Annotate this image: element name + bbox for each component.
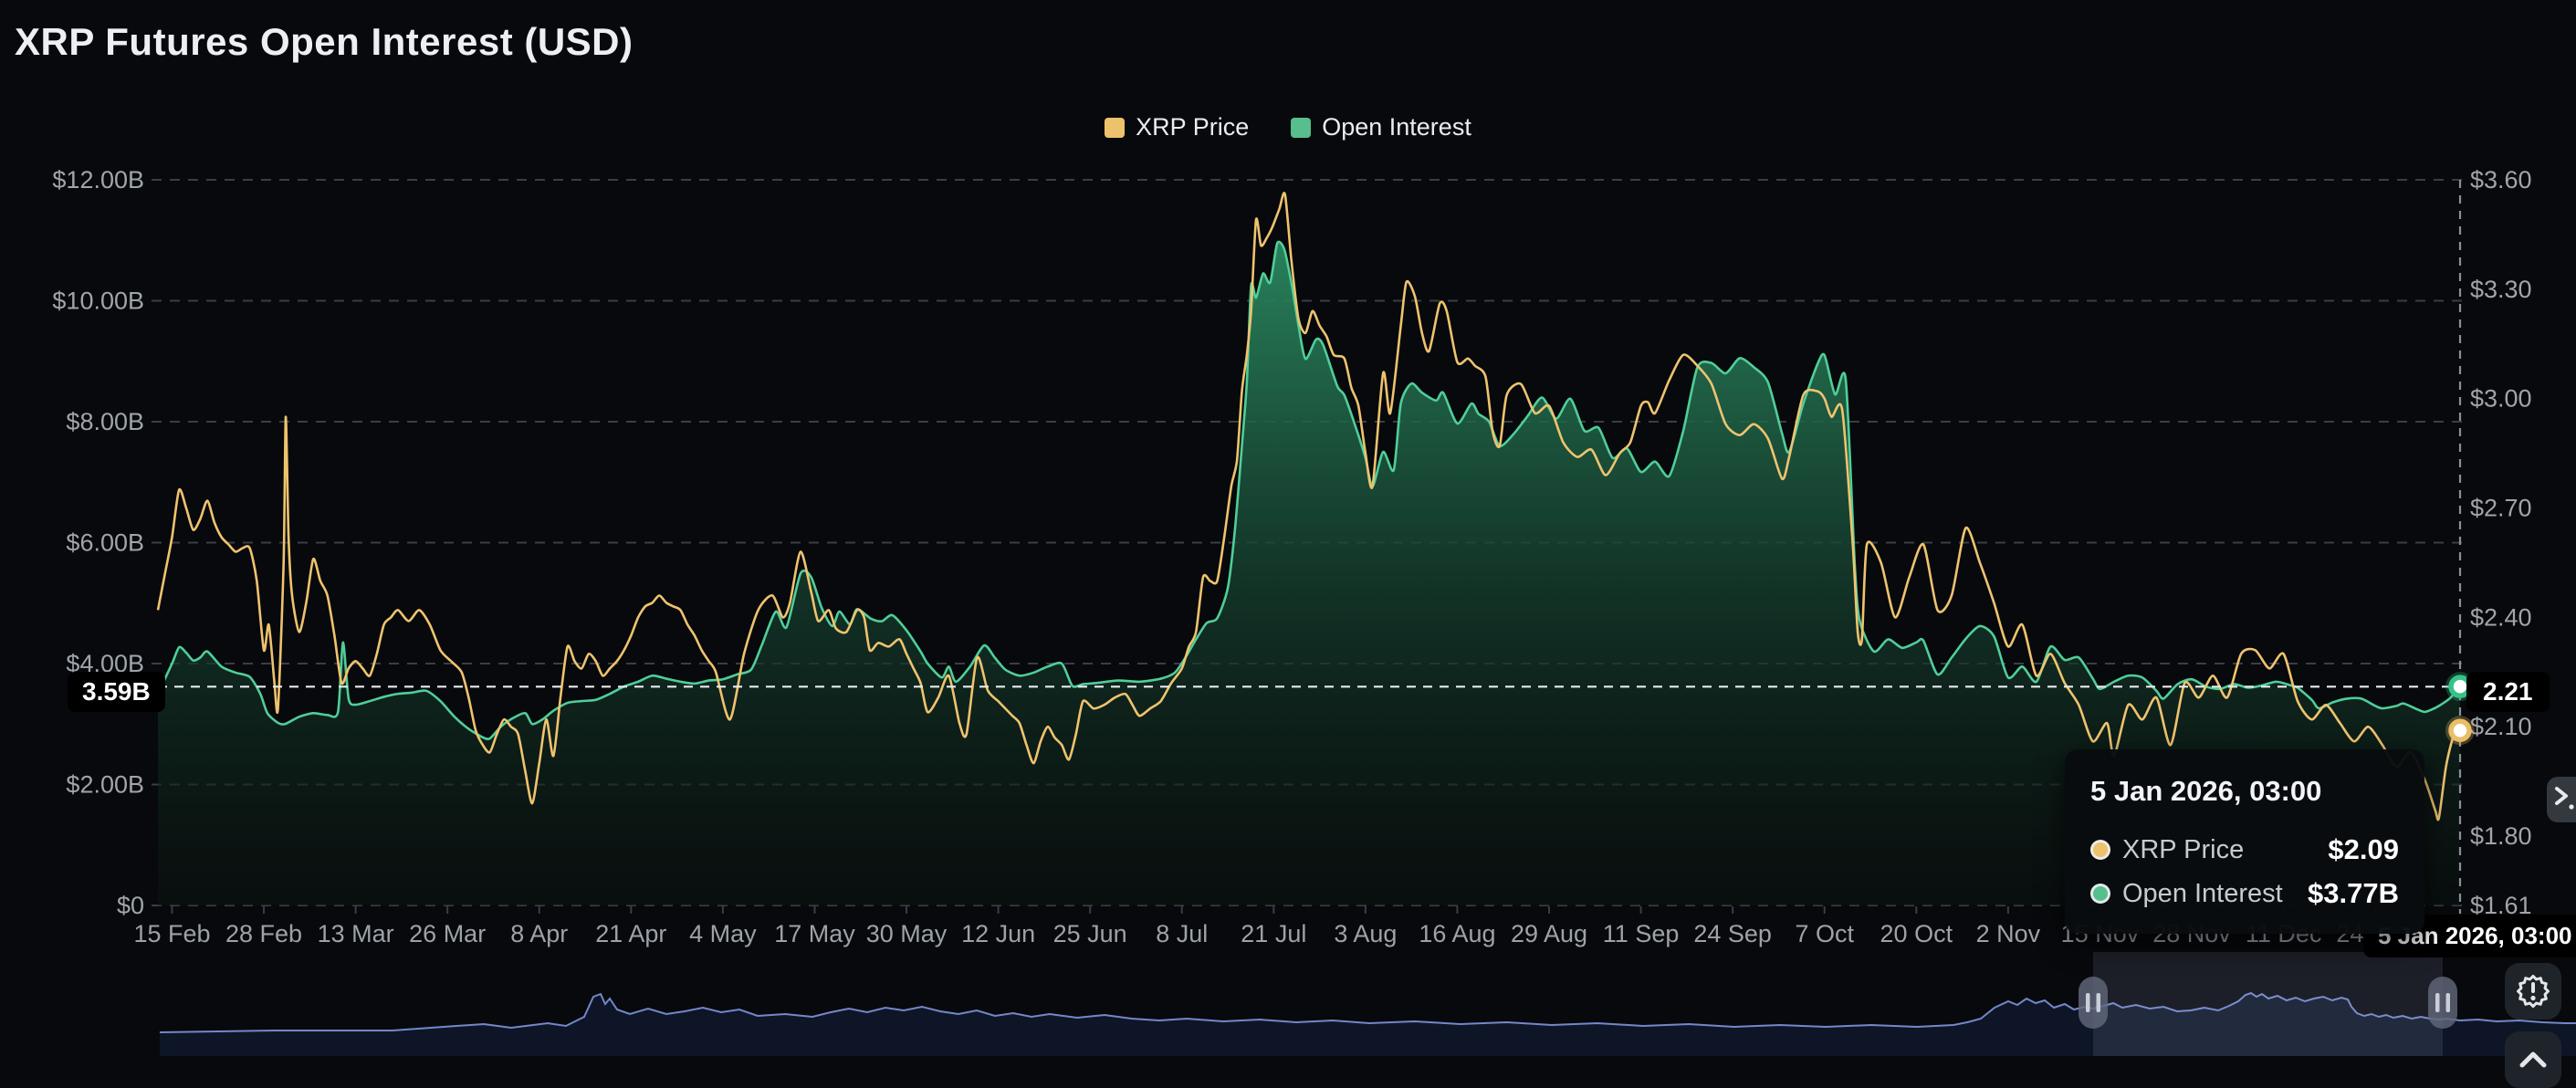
xrp-futures-dashboard: { "page": { "title": "XRP Futures Open I… <box>0 0 2576 1081</box>
tooltip-label: XRP Price <box>2122 835 2244 865</box>
right-axis-label: $2.40 <box>2470 603 2532 631</box>
tooltip-row-xrp-price: XRP Price $2.09 <box>2090 833 2399 866</box>
x-axis-label: 20 Oct <box>1880 920 1953 947</box>
right-axis-label: $3.60 <box>2470 166 2532 194</box>
x-axis-label: 21 Apr <box>595 920 666 947</box>
x-axis-label: 12 Jun <box>961 920 1035 947</box>
seal-alert-icon <box>2514 972 2552 1010</box>
x-axis-label: 3 Aug <box>1334 920 1397 947</box>
right-axis-label: $2.10 <box>2470 713 2532 740</box>
whats-new-button[interactable] <box>2505 963 2561 1020</box>
price-equivalent-badge: 2.21 <box>2466 672 2550 712</box>
oi-last-value-badge: 3.59B <box>68 672 165 712</box>
x-axis-label: 29 Aug <box>1511 920 1587 947</box>
tooltip-value: $2.09 <box>2328 833 2399 866</box>
tooltip-date: 5 Jan 2026, 03:00 <box>2090 775 2399 808</box>
left-axis-label: $0 <box>117 892 144 919</box>
x-axis-label: 13 Mar <box>318 920 394 947</box>
x-axis-label: 16 Aug <box>1419 920 1495 947</box>
chevron-up-icon <box>2513 1040 2553 1080</box>
x-axis-label: 11 Sep <box>1603 920 1680 947</box>
right-axis-label: $1.80 <box>2470 822 2532 850</box>
navigator[interactable] <box>160 952 2576 1056</box>
x-axis-label: 24 Sep <box>1693 920 1772 947</box>
x-axis-label: 17 May <box>774 920 855 947</box>
left-axis-label: $8.00B <box>66 408 144 435</box>
tooltip-label: Open Interest <box>2122 879 2283 909</box>
xrp-price-bullet-icon <box>2090 840 2110 860</box>
expand-panel-handle[interactable] <box>2547 777 2576 822</box>
x-axis-label: 26 Mar <box>409 920 486 947</box>
navigator-handle-left[interactable] <box>2079 977 2108 1029</box>
chevron-right-icon <box>2550 781 2576 818</box>
x-axis-label: 28 Feb <box>225 920 302 947</box>
x-axis-label: 25 Jun <box>1053 920 1127 947</box>
x-axis-label: 8 Jul <box>1156 920 1208 947</box>
x-axis-label: 2 Nov <box>1976 920 2041 947</box>
x-axis-label: 4 May <box>689 920 757 947</box>
right-axis-label: $3.30 <box>2470 276 2532 303</box>
left-axis-label: $2.00B <box>66 771 144 799</box>
right-axis-label: $3.00 <box>2470 385 2532 413</box>
tooltip-value: $3.77B <box>2308 877 2399 910</box>
x-axis-label: 8 Apr <box>510 920 568 947</box>
chart-tooltip: 5 Jan 2026, 03:00 XRP Price $2.09 Open I… <box>2065 749 2424 934</box>
left-axis-label: $6.00B <box>66 529 144 557</box>
x-axis-label: 7 Oct <box>1795 920 1854 947</box>
xrp-price-marker <box>2445 716 2475 745</box>
x-axis-label: 21 Jul <box>1241 920 1306 947</box>
navigator-handle-right[interactable] <box>2428 977 2457 1029</box>
navigator-selection[interactable] <box>2093 952 2443 1056</box>
collapse-panel-button[interactable] <box>2505 1031 2561 1088</box>
x-axis-label: 15 Feb <box>133 920 210 947</box>
x-axis-label: 30 May <box>866 920 948 947</box>
tooltip-row-open-interest: Open Interest $3.77B <box>2090 877 2399 910</box>
open-interest-bullet-icon <box>2090 884 2110 904</box>
right-axis-label: $2.70 <box>2470 495 2532 522</box>
left-axis-label: $12.00B <box>52 166 144 194</box>
left-axis-label: $10.00B <box>52 288 144 315</box>
